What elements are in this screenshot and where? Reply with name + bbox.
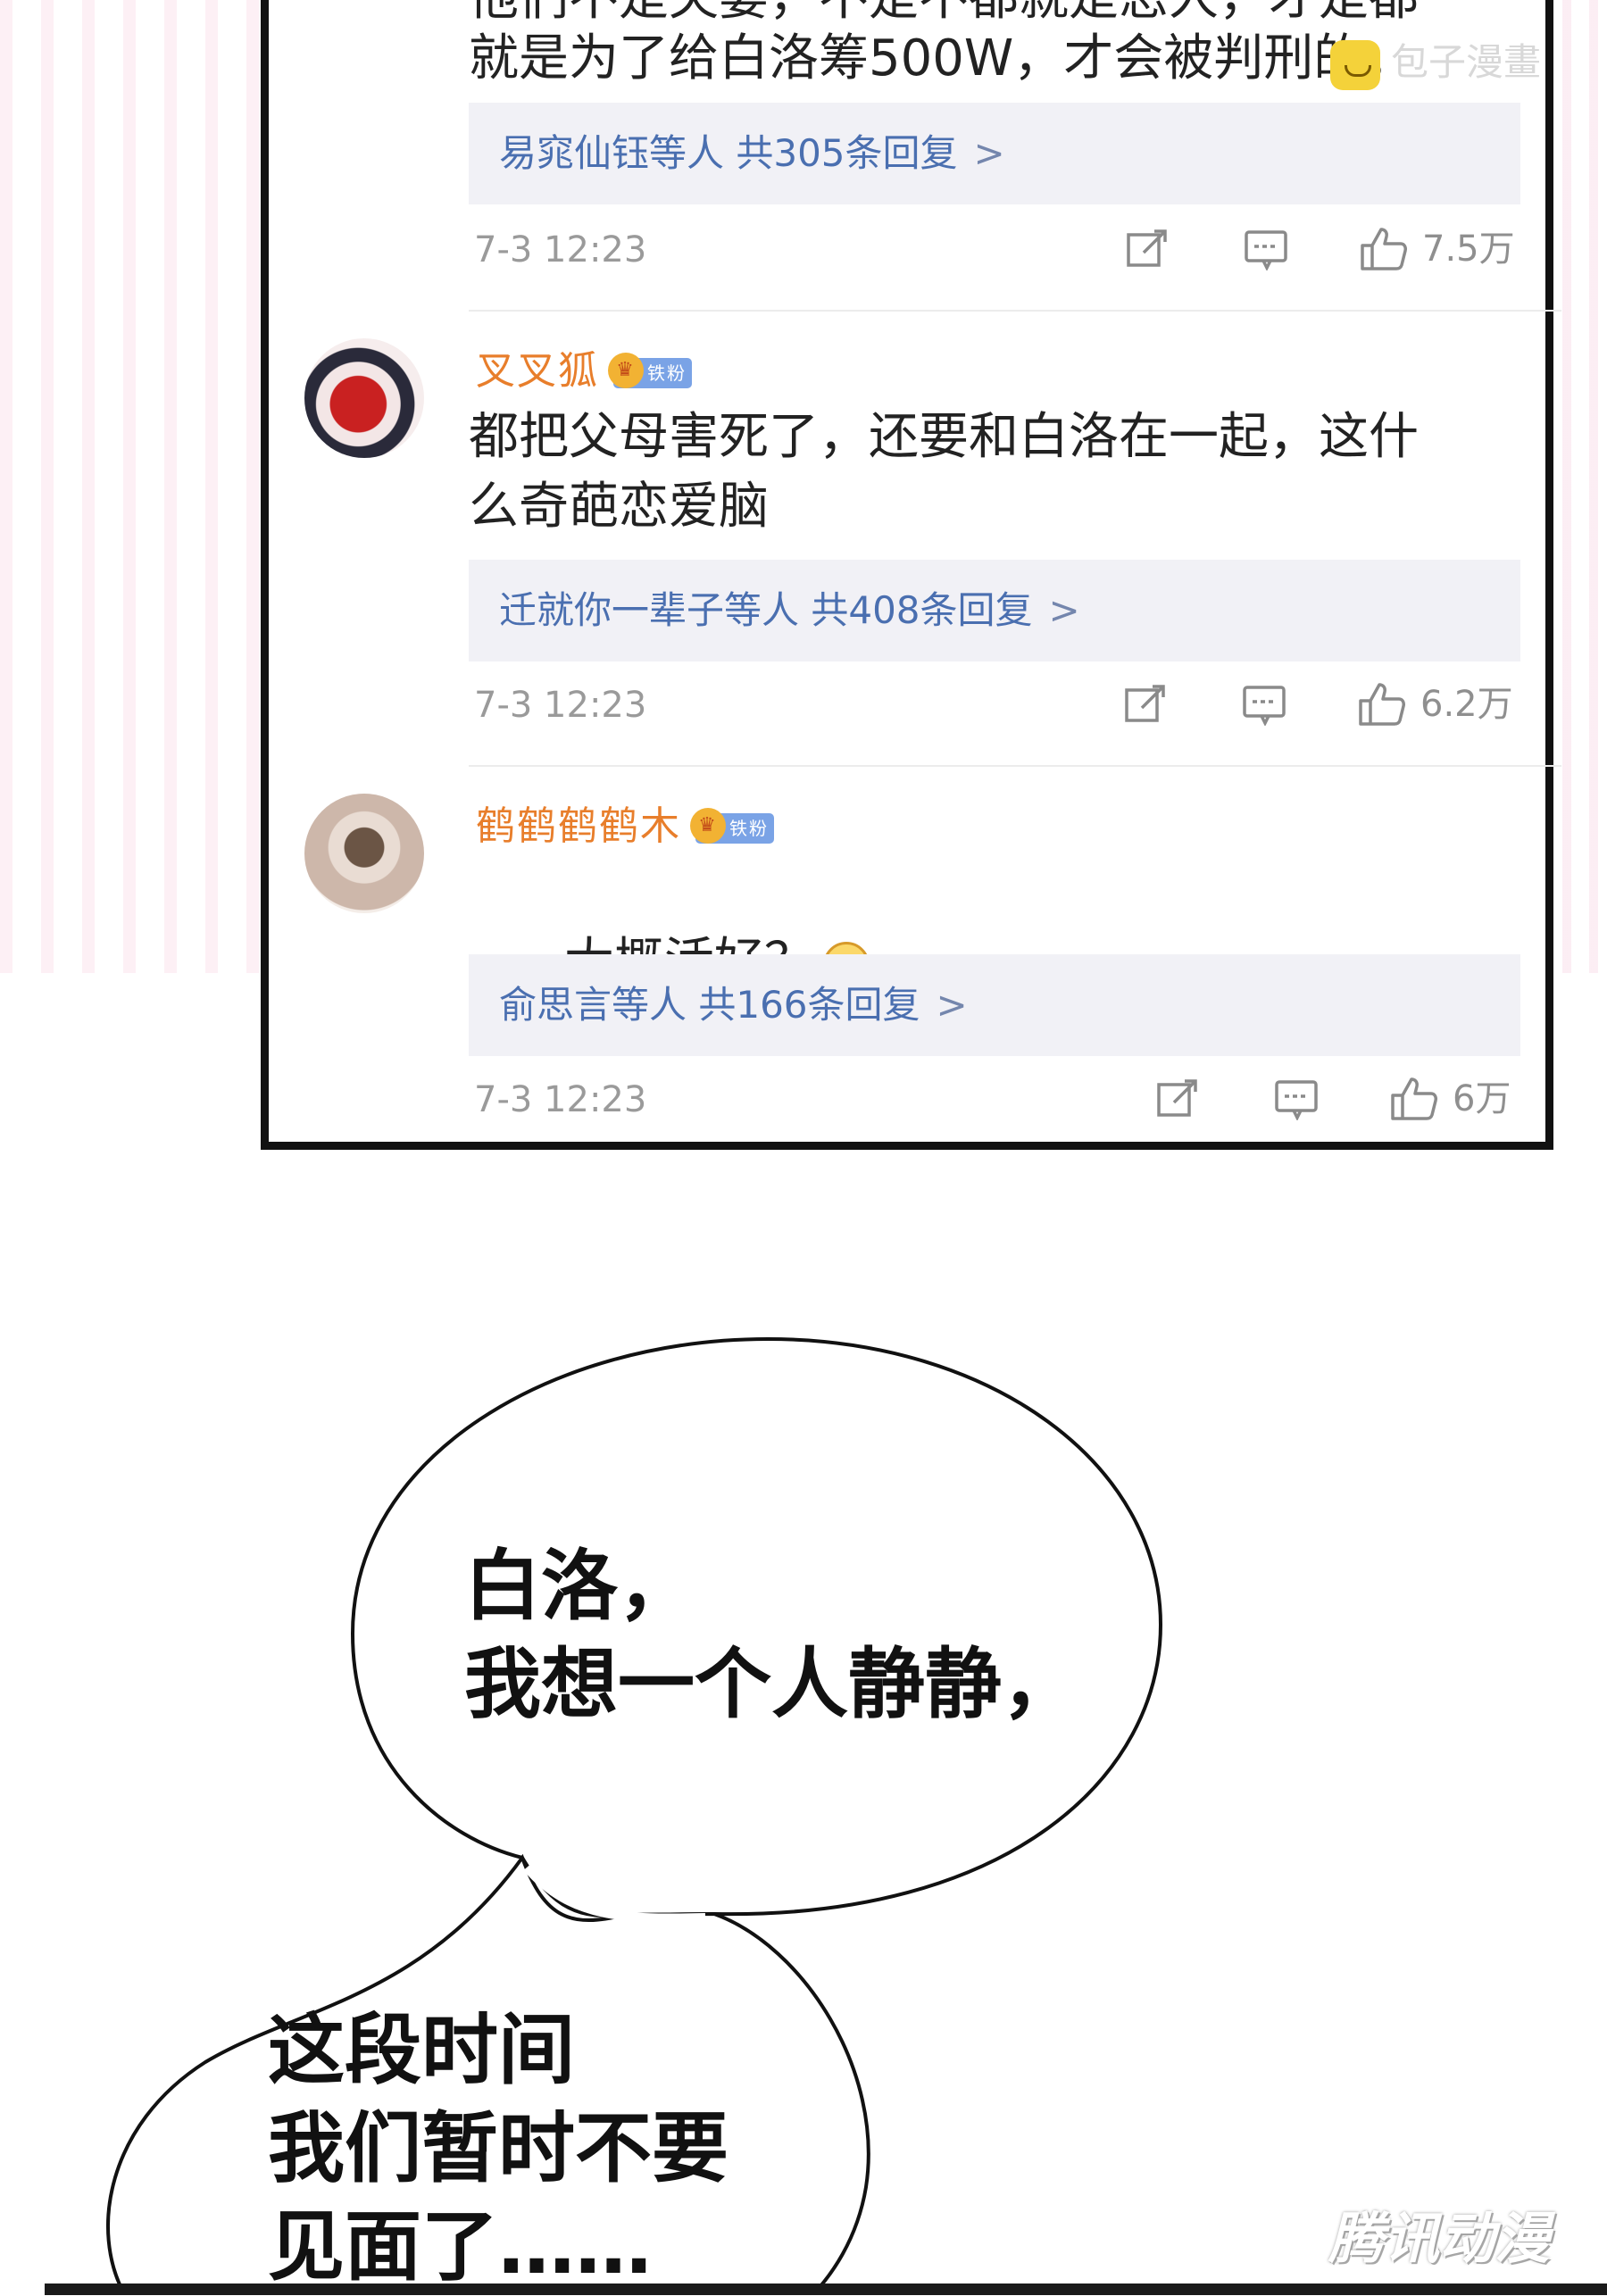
like-icon[interactable] xyxy=(1358,681,1405,726)
divider xyxy=(469,310,1561,312)
chevron-right-icon: > xyxy=(1048,588,1080,632)
crown-icon: ♛ xyxy=(690,808,726,844)
like-count: 7.5万 xyxy=(1422,229,1515,270)
comment-icon[interactable] xyxy=(1274,1079,1318,1121)
fan-badge: ♛ 铁粉 xyxy=(608,353,692,388)
speech-bubbles xyxy=(106,1336,1163,2295)
background-stripes-right xyxy=(1562,0,1607,973)
comment-text: 都把父母害死了，还要和白洛在一起，这什 么奇葩恋爱脑 xyxy=(469,408,1419,536)
like-count: 6万 xyxy=(1453,1078,1511,1119)
like-count: 6.2万 xyxy=(1420,684,1513,725)
crown-icon: ♛ xyxy=(608,353,644,388)
comment-panel: 他们不是夫妻，不是不都就是恋人，才是都 就是为了给白洛筹500W，才会被判刑的。… xyxy=(261,0,1561,1150)
bottom-rule xyxy=(45,2284,1607,2295)
comment-icon[interactable] xyxy=(1244,229,1287,271)
comment-username[interactable]: 鹤鹤鹤鹤木 ♛ 铁粉 xyxy=(476,794,774,851)
watermark-bottom: 腾讯动漫 xyxy=(1328,2206,1551,2271)
comment-icon[interactable] xyxy=(1242,685,1286,727)
chevron-right-icon: > xyxy=(973,131,1005,175)
share-icon[interactable] xyxy=(1124,685,1167,724)
watermark-top: 包子漫畫 xyxy=(1330,36,1541,90)
like-icon[interactable] xyxy=(1360,226,1407,270)
divider xyxy=(469,765,1561,767)
chevron-right-icon: > xyxy=(936,983,968,1027)
comment-time: 7-3 12:23 xyxy=(474,229,647,270)
avatar[interactable] xyxy=(304,338,424,458)
comment-time: 7-3 12:23 xyxy=(474,1079,647,1120)
reply-summary[interactable]: 俞思言等人 共166条回复 > xyxy=(469,954,1520,1056)
bubble-text-upper: 白洛， 我想一个人静静， xyxy=(464,1542,1078,1729)
background-stripes xyxy=(0,0,268,973)
baozi-logo-icon xyxy=(1330,39,1380,90)
share-icon[interactable] xyxy=(1156,1079,1199,1119)
comment-text: 就是为了给白洛筹500W，才会被判刑的。 xyxy=(469,29,1414,87)
share-icon[interactable] xyxy=(1126,229,1169,269)
comment-username[interactable]: 叉叉狐 ♛ 铁粉 xyxy=(476,338,692,395)
reply-summary[interactable]: 易窕仙钰等人 共305条回复 > xyxy=(469,103,1520,204)
bubble-text-lower: 这段时间 我们暂时不要 见面了…… xyxy=(268,2006,729,2292)
fan-badge: ♛ 铁粉 xyxy=(690,808,774,844)
avatar[interactable] xyxy=(304,794,424,913)
reply-summary[interactable]: 迁就你一辈子等人 共408条回复 > xyxy=(469,560,1520,661)
comment-time: 7-3 12:23 xyxy=(474,685,647,726)
like-icon[interactable] xyxy=(1390,1076,1437,1120)
